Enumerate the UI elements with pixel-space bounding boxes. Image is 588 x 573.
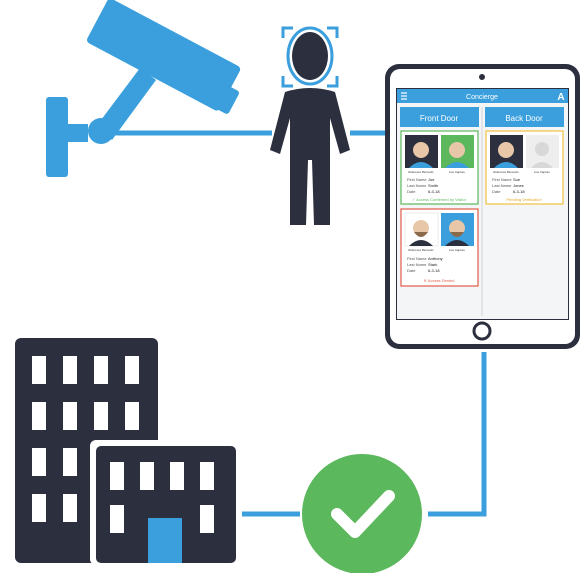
svg-text:Date: Date [407, 189, 416, 194]
svg-text:6-3-18: 6-3-18 [428, 268, 440, 273]
office-building-icon [15, 338, 242, 565]
svg-text:Live Capture: Live Capture [449, 248, 465, 252]
building-door [148, 518, 182, 563]
tablet-camera [479, 74, 485, 80]
svg-text:Last Name: Last Name [407, 183, 427, 188]
svg-text:Reference Biometric: Reference Biometric [408, 170, 434, 174]
status-badge: Pending Verification [506, 197, 541, 202]
svg-text:First Name: First Name [407, 177, 427, 182]
svg-text:Jones: Jones [513, 183, 524, 188]
svg-text:Reference Biometric: Reference Biometric [408, 248, 434, 252]
app-title: Concierge [466, 94, 498, 101]
svg-text:Last Name: Last Name [407, 262, 427, 267]
svg-text:Last Name: Last Name [492, 183, 512, 188]
svg-text:Date: Date [492, 189, 501, 194]
tablet-device: Concierge A Front Door Back Door Referen… [385, 64, 580, 349]
column-title: Back Door [505, 114, 543, 123]
column-title: Front Door [420, 114, 459, 123]
status-badge: ✕ Access Denied [424, 278, 455, 283]
svg-text:First Name: First Name [407, 256, 427, 261]
svg-text:Date: Date [407, 268, 416, 273]
svg-text:Live Capture: Live Capture [449, 170, 465, 174]
tablet-to-check-line [428, 352, 487, 517]
svg-text:Live Capture: Live Capture [534, 170, 550, 174]
status-badge: ✓ Access Confirmed by Visitor [412, 197, 467, 202]
svg-text:First Name: First Name [492, 177, 512, 182]
check-circle-icon [302, 454, 422, 573]
visitor-card[interactable]: Reference Biometric Live Capture First N… [400, 208, 479, 287]
svg-text:Joe: Joe [428, 177, 435, 182]
svg-text:Anthony: Anthony [428, 256, 443, 261]
visitor-card[interactable]: Reference Biometric Live Capture First N… [485, 130, 564, 205]
svg-text:6-3-18: 6-3-18 [513, 189, 525, 194]
a-logo-icon: A [557, 92, 564, 103]
visitor-card[interactable]: Reference Biometric Live Capture First N… [400, 130, 479, 205]
svg-text:Sue: Sue [513, 177, 521, 182]
svg-text:Reference Biometric: Reference Biometric [493, 170, 519, 174]
svg-text:6-3-18: 6-3-18 [428, 189, 440, 194]
security-camera-icon [46, 0, 241, 177]
person-face-scan-icon [270, 26, 350, 225]
access-flow-diagram: Concierge A Front Door Back Door Referen… [15, 0, 580, 573]
svg-text:Smith: Smith [428, 183, 438, 188]
svg-text:Stark: Stark [428, 262, 437, 267]
